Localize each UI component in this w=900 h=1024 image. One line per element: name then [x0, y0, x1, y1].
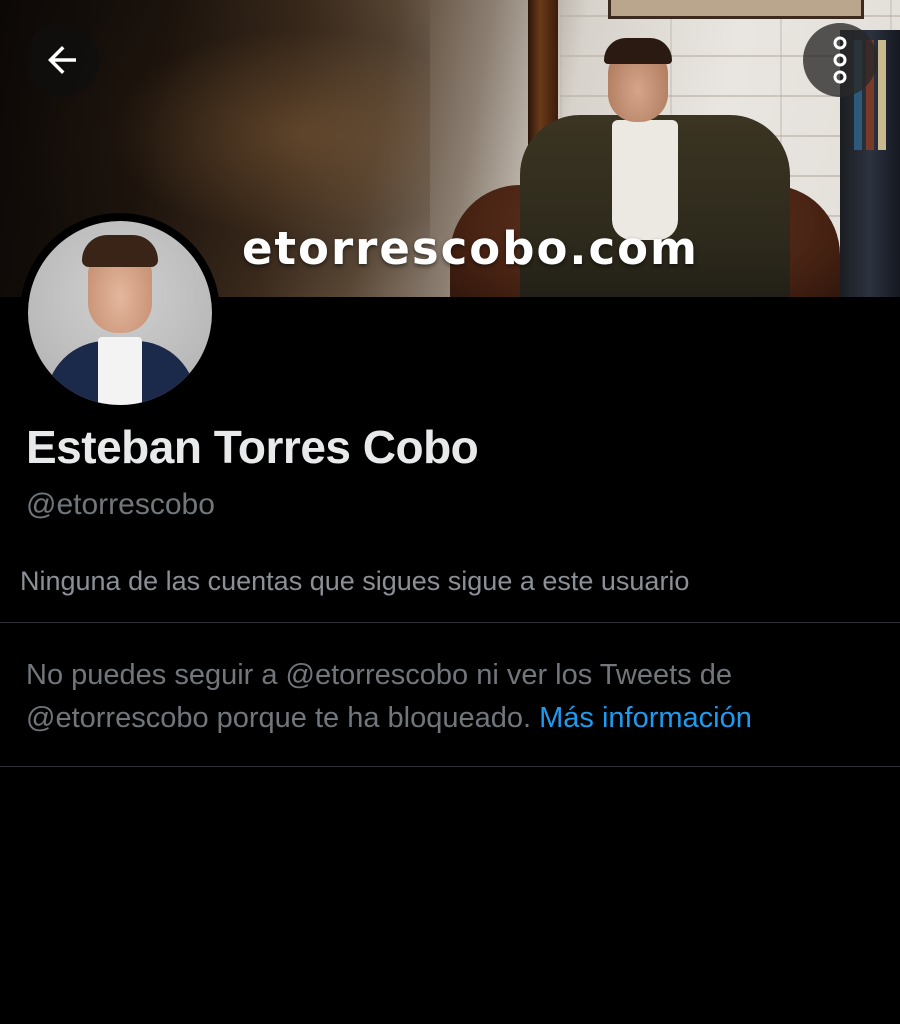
back-button[interactable]	[25, 23, 99, 97]
avatar[interactable]	[20, 213, 220, 413]
banner-website-text: etorrescobo.com	[242, 222, 699, 275]
banner-picture-frame	[608, 0, 864, 19]
banner-person-hair	[604, 38, 672, 64]
followers-you-know-note: Ninguna de las cuentas que sigues sigue …	[20, 566, 690, 596]
more-info-link[interactable]: Más información	[539, 702, 752, 734]
divider	[0, 622, 900, 623]
avatar-photo	[28, 221, 212, 405]
profile-name: Esteban Torres Cobo	[26, 421, 479, 473]
arrow-left-icon	[48, 46, 76, 74]
profile-handle: @etorrescobo	[26, 488, 215, 521]
blocked-notice: No puedes seguir a @etorrescobo ni ver l…	[26, 654, 876, 740]
divider	[0, 766, 900, 767]
avatar-hair	[82, 235, 158, 267]
avatar-shirt	[98, 337, 142, 405]
more-vertical-icon	[833, 36, 847, 84]
more-options-button[interactable]	[803, 23, 877, 97]
banner-book	[878, 40, 886, 150]
profile-page: etorrescobo.com Esteban Torres Cobo @eto…	[0, 0, 900, 1024]
